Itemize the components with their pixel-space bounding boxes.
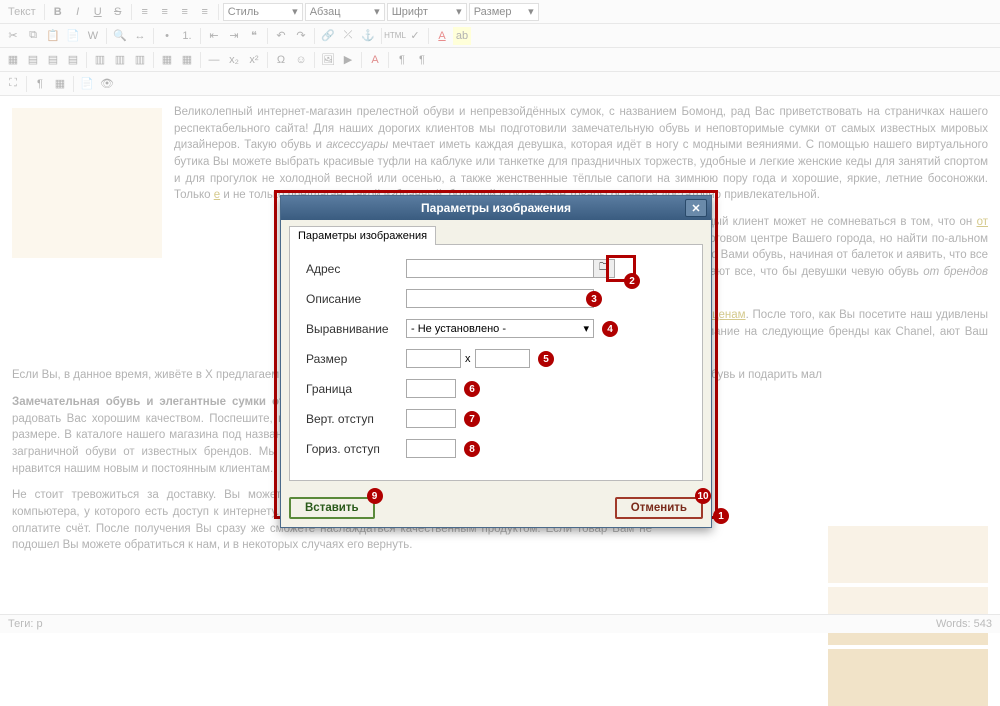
annotation-marker-8: 8 bbox=[464, 441, 480, 457]
annotation-marker-4: 4 bbox=[602, 321, 618, 337]
dialog-tab-pane: Адрес 🗀 2 Описание 3 Выравнивание - Не у… bbox=[289, 244, 703, 481]
size-separator: x bbox=[465, 353, 471, 365]
field-label-vspace: Верт. отступ bbox=[306, 412, 406, 426]
field-label-hspace: Гориз. отступ bbox=[306, 442, 406, 456]
image-params-dialog: Параметры изображения ✕ Параметры изобра… bbox=[280, 195, 712, 528]
cancel-button[interactable]: Отменить 10 bbox=[615, 497, 703, 519]
browse-button[interactable]: 🗀 bbox=[593, 259, 615, 278]
field-label-url: Адрес bbox=[306, 262, 406, 276]
width-input[interactable] bbox=[406, 349, 461, 368]
annotation-marker-6: 6 bbox=[464, 381, 480, 397]
field-label-border: Граница bbox=[306, 382, 406, 396]
dialog-titlebar: Параметры изображения ✕ bbox=[281, 196, 711, 220]
annotation-marker-9: 9 bbox=[367, 488, 383, 504]
dialog-title: Параметры изображения bbox=[421, 201, 571, 215]
annotation-marker-10: 10 bbox=[695, 488, 711, 504]
dialog-tab[interactable]: Параметры изображения bbox=[289, 226, 436, 245]
height-input[interactable] bbox=[475, 349, 530, 368]
dialog-close-button[interactable]: ✕ bbox=[685, 199, 707, 217]
border-input[interactable] bbox=[406, 379, 456, 398]
description-input[interactable] bbox=[406, 289, 594, 308]
insert-button[interactable]: Вставить 9 bbox=[289, 497, 375, 519]
field-label-size: Размер bbox=[306, 352, 406, 366]
hspace-input[interactable] bbox=[406, 439, 456, 458]
annotation-marker-2: 2 bbox=[624, 273, 640, 289]
align-select[interactable]: - Не установлено -▾ bbox=[406, 319, 594, 338]
field-label-desc: Описание bbox=[306, 292, 406, 306]
annotation-marker-5: 5 bbox=[538, 351, 554, 367]
annotation-marker-7: 7 bbox=[464, 411, 480, 427]
annotation-marker-1: 1 bbox=[713, 508, 729, 524]
vspace-input[interactable] bbox=[406, 409, 456, 428]
url-input[interactable] bbox=[406, 259, 594, 278]
annotation-marker-3: 3 bbox=[586, 291, 602, 307]
field-label-align: Выравнивание bbox=[306, 322, 406, 336]
